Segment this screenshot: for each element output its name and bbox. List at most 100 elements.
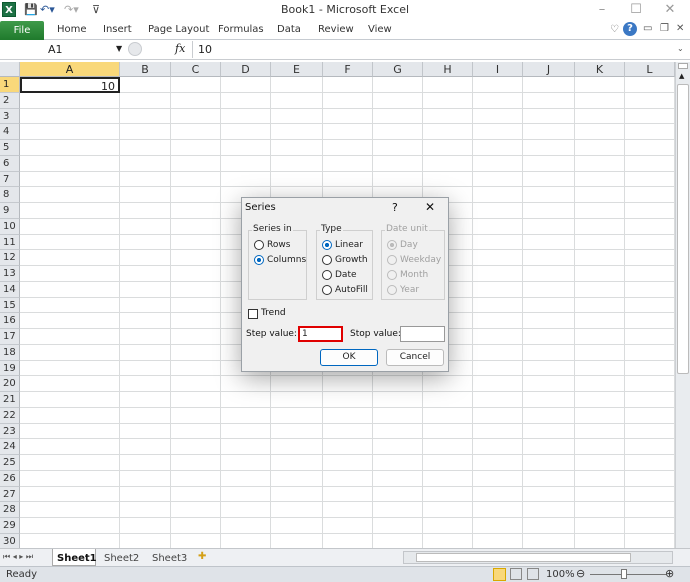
cell-J28[interactable] (523, 502, 575, 518)
column-header-K[interactable]: K (575, 62, 625, 77)
cell-A11[interactable] (20, 234, 120, 251)
column-header-G[interactable]: G (373, 62, 423, 77)
cell-E3[interactable] (271, 108, 323, 125)
cell-K30[interactable] (575, 533, 625, 548)
column-header-H[interactable]: H (423, 62, 473, 77)
cell-I26[interactable] (473, 470, 523, 487)
cell-J23[interactable] (523, 423, 575, 440)
cell-E28[interactable] (271, 502, 323, 518)
cell-C3[interactable] (171, 108, 221, 125)
cell-B20[interactable] (120, 376, 171, 392)
cell-A10[interactable] (20, 218, 120, 235)
cell-I24[interactable] (473, 439, 523, 455)
cell-E5[interactable] (271, 140, 323, 156)
cell-A30[interactable] (20, 533, 120, 548)
formula-input[interactable]: 10 (198, 43, 212, 56)
cell-A18[interactable] (20, 344, 120, 361)
radio-linear[interactable] (322, 240, 332, 250)
radio-date[interactable] (322, 270, 332, 280)
cell-K28[interactable] (575, 502, 625, 518)
cell-I21[interactable] (473, 392, 523, 408)
tab-page-layout[interactable]: Page Layout (148, 24, 209, 35)
row-header-3[interactable]: 3 (0, 108, 20, 125)
insert-function-icon[interactable]: fx (175, 42, 185, 55)
name-box[interactable]: A1 (0, 41, 125, 58)
tab-file[interactable]: File (0, 21, 44, 40)
tab-view[interactable]: View (368, 24, 392, 35)
horizontal-scrollbar[interactable] (403, 551, 673, 564)
cell-G24[interactable] (373, 439, 423, 455)
cell-A22[interactable] (20, 407, 120, 424)
cell-I14[interactable] (473, 281, 523, 298)
cell-I10[interactable] (473, 218, 523, 235)
cell-G26[interactable] (373, 470, 423, 487)
cell-C23[interactable] (171, 423, 221, 440)
cell-K3[interactable] (575, 108, 625, 125)
cell-A23[interactable] (20, 423, 120, 440)
cell-D28[interactable] (221, 502, 271, 518)
cell-B12[interactable] (120, 250, 171, 266)
cell-C26[interactable] (171, 470, 221, 487)
cell-L15[interactable] (625, 297, 675, 314)
cell-H3[interactable] (423, 108, 473, 125)
cell-C14[interactable] (171, 281, 221, 298)
cell-B21[interactable] (120, 392, 171, 408)
cell-K13[interactable] (575, 266, 625, 282)
cell-J24[interactable] (523, 439, 575, 455)
cell-F29[interactable] (323, 518, 373, 534)
cell-E21[interactable] (271, 392, 323, 408)
row-header-20[interactable]: 20 (0, 376, 20, 392)
cell-A12[interactable] (20, 250, 120, 266)
insert-sheet-icon[interactable]: ✚ (198, 551, 206, 562)
cell-J6[interactable] (523, 155, 575, 172)
column-header-B[interactable]: B (120, 62, 171, 77)
scroll-up-icon[interactable]: ▲ (679, 72, 684, 80)
row-header-21[interactable]: 21 (0, 392, 20, 408)
cell-E2[interactable] (271, 92, 323, 109)
cell-K17[interactable] (575, 329, 625, 345)
cell-G29[interactable] (373, 518, 423, 534)
row-header-27[interactable]: 27 (0, 486, 20, 503)
cell-A2[interactable] (20, 92, 120, 109)
cell-L24[interactable] (625, 439, 675, 455)
cell-B19[interactable] (120, 360, 171, 377)
radio-growth[interactable] (322, 255, 332, 265)
cell-C16[interactable] (171, 313, 221, 329)
sheet-tab-sheet1[interactable]: Sheet1 (57, 553, 97, 564)
cell-K4[interactable] (575, 124, 625, 140)
maximize-icon[interactable]: ☐ (624, 2, 648, 17)
cell-A17[interactable] (20, 329, 120, 345)
tab-insert[interactable]: Insert (103, 24, 132, 35)
cell-C4[interactable] (171, 124, 221, 140)
cell-H7[interactable] (423, 171, 473, 188)
cell-C17[interactable] (171, 329, 221, 345)
cell-I7[interactable] (473, 171, 523, 188)
row-header-2[interactable]: 2 (0, 92, 20, 109)
expand-formula-bar-icon[interactable]: ⌄ (677, 44, 684, 53)
cell-I12[interactable] (473, 250, 523, 266)
cell-H24[interactable] (423, 439, 473, 455)
cell-G21[interactable] (373, 392, 423, 408)
cell-F1[interactable] (323, 77, 373, 93)
row-header-18[interactable]: 18 (0, 344, 20, 361)
cell-E24[interactable] (271, 439, 323, 455)
cell-J11[interactable] (523, 234, 575, 251)
cell-F3[interactable] (323, 108, 373, 125)
cell-J25[interactable] (523, 455, 575, 471)
cell-K24[interactable] (575, 439, 625, 455)
cell-L29[interactable] (625, 518, 675, 534)
cell-C30[interactable] (171, 533, 221, 548)
cell-C28[interactable] (171, 502, 221, 518)
cell-C25[interactable] (171, 455, 221, 471)
favorite-icon[interactable]: ♡ (610, 24, 619, 35)
cell-C20[interactable] (171, 376, 221, 392)
cell-H27[interactable] (423, 486, 473, 503)
column-header-C[interactable]: C (171, 62, 221, 77)
sheet-nav-icons[interactable]: ⏮ ◂ ▸ ⏭ (3, 552, 33, 562)
cell-C11[interactable] (171, 234, 221, 251)
cell-J15[interactable] (523, 297, 575, 314)
ok-button[interactable]: OK (320, 349, 378, 366)
cell-F2[interactable] (323, 92, 373, 109)
cell-I9[interactable] (473, 203, 523, 219)
cell-L19[interactable] (625, 360, 675, 377)
